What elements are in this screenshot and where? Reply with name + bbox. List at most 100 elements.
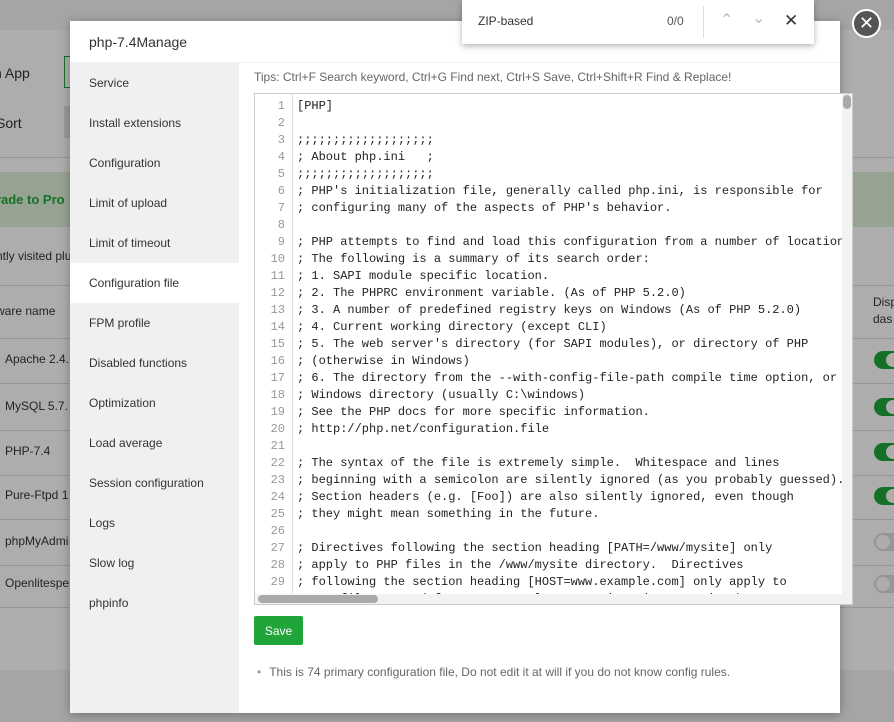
code-line: 2: [255, 115, 852, 132]
code-line: 4 ; About php.ini ;: [255, 149, 852, 166]
horizontal-scrollbar[interactable]: [255, 594, 852, 604]
code-line: 25 ; they might mean something in the fut…: [255, 506, 852, 523]
code-text: ; configuring many of the aspects of PHP…: [297, 201, 672, 215]
line-number: 20: [270, 422, 285, 436]
code-line: 15 ; 5. The web server's directory (for S…: [255, 336, 852, 353]
code-line: 18 ; Windows directory (usually C:\window…: [255, 387, 852, 404]
code-text: ; apply to PHP files in the /www/mysite …: [297, 558, 744, 572]
line-number: 15: [270, 337, 285, 351]
sidebar-item[interactable]: FPM profile: [70, 303, 239, 343]
code-text: ; http://php.net/configuration.file: [297, 422, 550, 436]
code-text: ; (otherwise in Windows): [297, 354, 470, 368]
line-number: 4: [277, 150, 285, 164]
line-number: 9: [277, 235, 285, 249]
sidebar-item[interactable]: Configuration: [70, 143, 239, 183]
code-line: 13 ; 3. A number of predefined registry k…: [255, 302, 852, 319]
code-line: 7 ; configuring many of the aspects of PH…: [255, 200, 852, 217]
code-line: 20 ; http://php.net/configuration.file: [255, 421, 852, 438]
line-number: 25: [270, 507, 285, 521]
dialog-close-button[interactable]: ✕: [852, 9, 881, 38]
line-number: 11: [270, 269, 285, 283]
sidebar-item[interactable]: Logs: [70, 503, 239, 543]
line-number: 26: [270, 524, 285, 538]
sidebar-item[interactable]: Install extensions: [70, 103, 239, 143]
code-line: 26: [255, 523, 852, 540]
code-text: ; PHP attempts to find and load this con…: [297, 235, 853, 249]
line-number: 8: [277, 218, 285, 232]
code-line: 17 ; 6. The directory from the --with-con…: [255, 370, 853, 387]
code-text: ; 6. The directory from the --with-confi…: [297, 371, 853, 385]
sidebar-item[interactable]: Session configuration: [70, 463, 239, 503]
code-line: 5;;;;;;;;;;;;;;;;;;;: [255, 166, 852, 183]
line-number: 19: [270, 405, 285, 419]
code-text: ; The following is a summary of its sear…: [297, 252, 650, 266]
code-line: 6 ; PHP's initialization file, generally …: [255, 183, 852, 200]
line-number: 22: [270, 456, 285, 470]
config-file-panel: Tips: Ctrl+F Search keyword, Ctrl+G Find…: [239, 63, 853, 713]
code-text: ; following the section heading [HOST=ww…: [297, 575, 787, 589]
code-line: 16 ; (otherwise in Windows): [255, 353, 852, 370]
code-line: 10 ; The following is a summary of its se…: [255, 251, 852, 268]
code-text: ; 1. SAPI module specific location.: [297, 269, 550, 283]
code-text: ; About php.ini ;: [297, 150, 434, 164]
line-number: 5: [277, 167, 285, 181]
code-text: ;;;;;;;;;;;;;;;;;;;: [297, 167, 434, 181]
chevron-up-icon[interactable]: ⌃: [720, 10, 733, 30]
save-button[interactable]: Save: [254, 616, 303, 645]
code-text: ; See the PHP docs for more specific inf…: [297, 405, 650, 419]
php-manage-dialog: php-7.4Manage Service Install extensions C…: [70, 21, 853, 713]
line-number: 17: [270, 371, 285, 385]
sidebar-item[interactable]: Optimization: [70, 383, 239, 423]
line-number: 7: [277, 201, 285, 215]
sidebar-item[interactable]: Load average: [70, 423, 239, 463]
line-number: 28: [270, 558, 285, 572]
close-icon[interactable]: ✕: [784, 11, 798, 31]
line-number: 6: [277, 184, 285, 198]
code-line: 28 ; apply to PHP files in the /www/mysit…: [255, 557, 852, 574]
code-line: 29 ; following the section heading [HOST=…: [255, 574, 852, 591]
code-line: 11 ; 1. SAPI module specific location.: [255, 268, 852, 285]
code-text: ; they might mean something in the futur…: [297, 507, 600, 521]
code-line: 22 ; The syntax of the file is extremely …: [255, 455, 852, 472]
code-text: ; 4. Current working directory (except C…: [297, 320, 607, 334]
line-number: 24: [270, 490, 285, 504]
code-text: ; 3. A number of predefined registry key…: [297, 303, 802, 317]
tips-text: Tips: Ctrl+F Search keyword, Ctrl+G Find…: [254, 70, 732, 84]
line-number: 21: [270, 439, 285, 453]
sidebar-item[interactable]: Service: [70, 63, 239, 103]
line-number: 2: [277, 116, 285, 130]
find-bar: ZIP-based 0/0 ⌃ ⌄ ✕: [462, 0, 814, 44]
chevron-down-icon[interactable]: ⌄: [752, 8, 765, 28]
sidebar-item[interactable]: Slow log: [70, 543, 239, 583]
sidebar-item[interactable]: Limit of upload: [70, 183, 239, 223]
sidebar-item[interactable]: phpinfo: [70, 583, 239, 623]
sidebar-item[interactable]: Limit of timeout: [70, 223, 239, 263]
code-line: 8: [255, 217, 852, 234]
line-number: 27: [270, 541, 285, 555]
code-text: ; Section headers (e.g. [Foo]) are also …: [297, 490, 794, 504]
code-line: 24 ; Section headers (e.g. [Foo]) are als…: [255, 489, 852, 506]
code-line: 12 ; 2. The PHPRC environment variable. (…: [255, 285, 852, 302]
code-text: ; Windows directory (usually C:\windows): [297, 388, 586, 402]
code-text: ; PHP's initialization file, generally c…: [297, 184, 823, 198]
code-line: 3;;;;;;;;;;;;;;;;;;;: [255, 132, 852, 149]
code-line: 27 ; Directives following the section hea…: [255, 540, 852, 557]
code-line: 1 [PHP]: [255, 98, 852, 115]
line-number: 3: [277, 133, 285, 147]
line-number: 23: [270, 473, 285, 487]
find-count: 0/0: [667, 14, 684, 28]
sidebar-item[interactable]: Configuration file: [70, 263, 239, 303]
sidebar-item[interactable]: Disabled functions: [70, 343, 239, 383]
find-input[interactable]: ZIP-based: [478, 14, 533, 28]
line-number: 16: [270, 354, 285, 368]
vertical-scrollbar[interactable]: [842, 94, 852, 594]
line-number: 14: [270, 320, 285, 334]
sidebar-menu: Service Install extensions Configuration Li…: [70, 63, 239, 713]
code-line: 19 ; See the PHP docs for more specific i…: [255, 404, 852, 421]
code-editor[interactable]: 1 [PHP] 2 3;;;;;;;;;;;;;;;;;;; 4; About php.…: [254, 93, 853, 605]
code-line: 9 ; PHP attempts to find and load this co…: [255, 234, 853, 251]
code-line: 23 ; beginning with a semicolon are silen…: [255, 472, 852, 489]
